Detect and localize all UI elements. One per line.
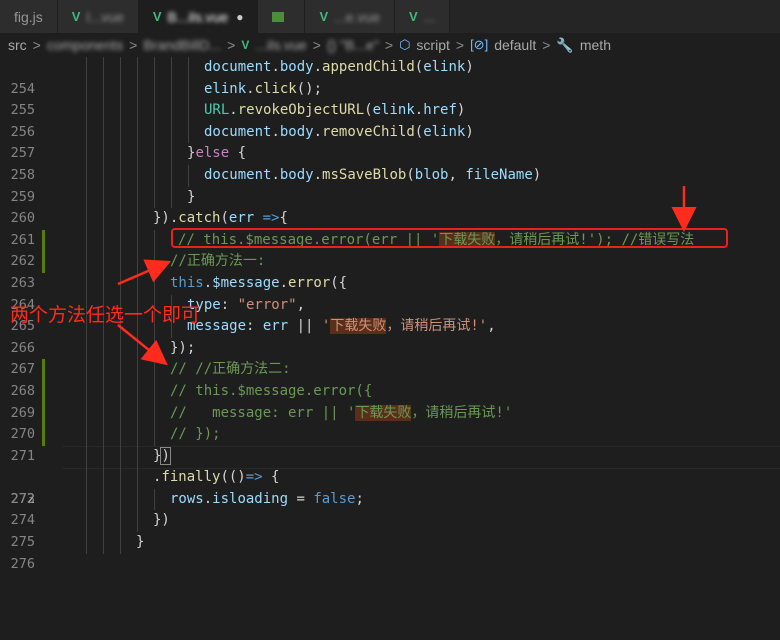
breadcrumb-item-file[interactable]: ...ils.vue xyxy=(255,37,306,53)
breadcrumb-item-component[interactable]: {} "B...e" xyxy=(327,37,379,53)
code-line: 273 .finally(()=> { xyxy=(0,467,780,507)
code-text: message: err || '下载失败，请稍后再试!', xyxy=(187,318,496,335)
tab-active-vue-file[interactable]: V B...ils.vue ● xyxy=(138,0,259,33)
tab-vue-file-2[interactable]: V ...e.vue xyxy=(305,0,396,33)
breadcrumb-separator: > xyxy=(227,37,236,53)
code-line: 269 // this.$message.error({ xyxy=(0,380,780,421)
code-line: 255 elink.click(); xyxy=(0,78,780,118)
code-text: }); xyxy=(170,339,196,356)
breadcrumb-item-methods[interactable]: meth xyxy=(580,37,611,53)
code-text: }else { xyxy=(187,145,247,162)
code-text: }) xyxy=(153,446,171,465)
code-text: document.body.removeChild(elink) xyxy=(204,123,474,140)
code-text: document.body.appendChild(elink) xyxy=(204,59,474,75)
error-highlight-box xyxy=(171,228,728,248)
modified-gutter-marker xyxy=(42,359,45,381)
code-line-current: 272 }) xyxy=(0,445,780,507)
code-text: elink.click(); xyxy=(204,80,323,97)
wrench-icon: 🔧 xyxy=(556,36,574,53)
breadcrumb-item-default[interactable]: default xyxy=(494,37,536,53)
modified-gutter-marker xyxy=(42,229,45,252)
code-text: type: "error", xyxy=(187,296,306,313)
tab-image-file[interactable] xyxy=(258,0,306,33)
reference-icon: [⊘] xyxy=(470,37,489,52)
code-line: 271 // }); xyxy=(0,424,780,464)
vue-icon: V xyxy=(71,9,81,24)
code-text: document.body.msSaveBlob(blob, fileName) xyxy=(204,166,542,183)
modified-gutter-marker xyxy=(42,424,45,446)
editor-tab-bar: fig.js V l...vue V B...ils.vue ● V ...e.… xyxy=(0,0,780,33)
code-text: }).catch(err =>{ xyxy=(153,210,288,227)
tab-vue-file-1[interactable]: V l...vue xyxy=(57,0,139,33)
code-text: .finally(()=> { xyxy=(153,469,280,486)
vue-icon: V xyxy=(319,9,329,24)
modified-gutter-marker xyxy=(42,251,45,273)
tab-label: B...ils.vue xyxy=(167,8,229,25)
code-line: 263 //正确方法一: xyxy=(0,251,780,291)
code-line: 258 }else { xyxy=(0,143,780,183)
breadcrumb-separator: > xyxy=(542,37,551,53)
code-line: 274 rows.isloading = false; xyxy=(0,488,780,528)
code-text: }) xyxy=(153,512,170,529)
code-text: this.$message.error({ xyxy=(170,274,348,291)
code-text: rows.isloading = false; xyxy=(170,490,364,507)
code-line: 259 document.body.msSaveBlob(blob, fileN… xyxy=(0,164,780,205)
code-line: 270 // message: err || '下载失败，请稍后再试!' xyxy=(0,402,780,442)
tab-vue-file-3[interactable]: V ... xyxy=(395,0,451,33)
breadcrumb-item-src[interactable]: src xyxy=(8,37,27,53)
tab-label: fig.js xyxy=(14,8,43,25)
breadcrumb-separator: > xyxy=(312,37,321,53)
code-line: 256 URL.revokeObjectURL(elink.href) xyxy=(0,100,780,140)
vue-icon: V xyxy=(241,38,250,52)
code-line: 267 }); xyxy=(0,337,780,377)
close-icon[interactable]: ● xyxy=(236,10,243,24)
code-line: 275 }) xyxy=(0,510,780,550)
code-line: 268 // //正确方法二: xyxy=(0,359,780,399)
code-line: 254 document.body.appendChild(elink) xyxy=(0,57,780,97)
code-text: // message: err || '下载失败，请稍后再试!' xyxy=(170,404,513,421)
cube-icon: ⬡ xyxy=(399,37,411,52)
breadcrumb-item-script[interactable]: script xyxy=(416,37,449,53)
code-text: URL.revokeObjectURL(elink.href) xyxy=(204,102,466,119)
tab-config-js[interactable]: fig.js xyxy=(0,0,58,33)
tab-label: l...vue xyxy=(86,8,124,25)
vue-icon: V xyxy=(152,9,162,24)
breadcrumb-item-components[interactable]: components xyxy=(47,37,123,53)
code-line: 257 document.body.removeChild(elink) xyxy=(0,121,780,161)
vue-icon: V xyxy=(409,9,418,24)
annotation-note: 两个方法任选一个即可 xyxy=(10,305,201,326)
image-icon xyxy=(272,11,285,22)
code-text: } xyxy=(187,188,196,205)
code-text: // this.$message.error({ xyxy=(170,382,373,399)
code-line: 260 } xyxy=(0,186,780,226)
code-text: } xyxy=(136,534,145,551)
breadcrumb-item-folder[interactable]: BrandBillD... xyxy=(143,37,221,53)
breadcrumb-separator: > xyxy=(129,37,138,53)
line-number: 276 xyxy=(10,555,35,572)
code-text: // //正确方法二: xyxy=(170,361,291,378)
tab-label: ...e.vue xyxy=(334,8,381,25)
breadcrumb-separator: > xyxy=(384,37,394,53)
code-line: 261 }).catch(err =>{ xyxy=(0,208,780,248)
code-text: //正确方法一: xyxy=(170,253,266,270)
code-line: 264 this.$message.error({ xyxy=(0,272,780,313)
breadcrumb-separator: > xyxy=(32,37,41,53)
code-text: // }); xyxy=(170,426,221,443)
code-line: 276 } xyxy=(0,532,780,572)
tab-label: ... xyxy=(423,8,436,25)
breadcrumb-separator: > xyxy=(455,37,465,53)
modified-gutter-marker xyxy=(42,380,45,403)
breadcrumb: src > components > BrandBillD... > V ...… xyxy=(0,33,780,57)
modified-gutter-marker xyxy=(42,402,45,425)
